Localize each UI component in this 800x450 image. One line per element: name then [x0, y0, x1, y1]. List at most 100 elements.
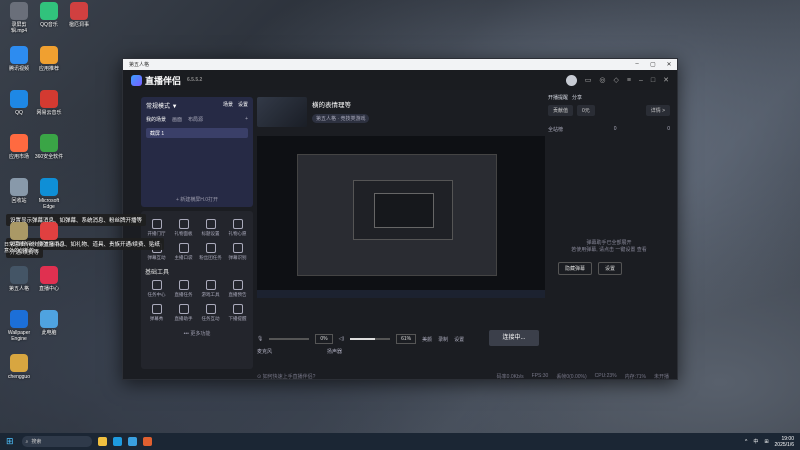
close-app-icon[interactable]: ✕: [663, 76, 669, 84]
headset-icon[interactable]: ◎: [599, 76, 605, 84]
tool-label: 标题设置: [201, 231, 220, 236]
mode-selector[interactable]: 常规模式 ▼: [146, 101, 178, 110]
tab-contribution[interactable]: 贡献值: [548, 105, 574, 116]
likes-count: 0: [613, 126, 617, 132]
tool-item[interactable]: 弹幕秀: [143, 304, 170, 322]
tool-label: 直播任务: [174, 292, 193, 297]
desktop-icon-label: 回收站: [11, 198, 27, 204]
details-button[interactable]: 详情 >: [645, 105, 670, 116]
desktop-icon[interactable]: 直播中心: [34, 266, 64, 292]
desktop-icon[interactable]: 元素直播中心: [34, 222, 64, 248]
live-preview[interactable]: [257, 136, 545, 298]
source-title: 横的表情理等: [312, 102, 351, 109]
status-item: 未开播: [653, 373, 669, 380]
start-icon[interactable]: ⊞: [6, 436, 14, 447]
desktop-icon[interactable]: 网易云音乐: [34, 90, 64, 116]
add-icon[interactable]: +: [245, 116, 248, 123]
tool-item[interactable]: 直播预告: [224, 280, 251, 298]
tool-icon: [205, 243, 216, 253]
desktop-icon-label: QQ音乐: [40, 22, 58, 28]
tab-sources[interactable]: 布局源: [188, 116, 203, 123]
source-thumbnail[interactable]: [257, 97, 307, 127]
more-features-button[interactable]: ••• 更多功能: [141, 330, 253, 337]
clock-date: 2025/1/6: [774, 441, 794, 448]
tool-item[interactable]: 弹幕识别: [224, 243, 251, 261]
clock[interactable]: 19:00 2025/1/6: [775, 436, 794, 448]
desktop-icon[interactable]: Microsoft Edge: [34, 178, 64, 210]
taskbar-app-edge-icon[interactable]: [112, 437, 122, 446]
desktop-icon[interactable]: 此电脑: [34, 310, 64, 336]
window-titlebar[interactable]: 第五人格 – ▢ ✕: [123, 59, 677, 70]
tray-chevron-icon[interactable]: ^: [745, 439, 747, 445]
desktop-icon[interactable]: 日常思维传统意外的创新的: [4, 222, 34, 254]
chat-icon[interactable]: ▭: [585, 76, 592, 84]
hide-danmu-button[interactable]: 隐藏弹幕: [558, 262, 593, 275]
mode-link-settings[interactable]: 设置: [238, 101, 248, 110]
ime-indicator[interactable]: 中: [753, 438, 758, 445]
desktop-icon[interactable]: 应用推荐: [34, 46, 64, 72]
tool-item[interactable]: 粉丝团任务: [197, 243, 224, 261]
tool-item[interactable]: 任务互动: [197, 304, 224, 322]
share-link[interactable]: 分享: [572, 94, 582, 101]
tool-item[interactable]: 下播提醒: [224, 304, 251, 322]
go-live-button[interactable]: 连接中...: [489, 330, 539, 346]
mode-link-scene[interactable]: 场景: [223, 101, 233, 110]
desktop-icon-label: 元素直播中心: [34, 242, 65, 248]
desktop-icon[interactable]: chengguo: [4, 354, 34, 380]
tool-item[interactable]: 主播口袋: [170, 243, 197, 261]
close-icon[interactable]: ✕: [661, 61, 677, 68]
scene-item[interactable]: 截屏 1: [146, 128, 248, 138]
tool-item[interactable]: 开播门厅: [143, 219, 170, 237]
tool-item[interactable]: 任务中心: [143, 280, 170, 298]
tray-grid-icon[interactable]: ⊞: [764, 439, 768, 445]
desktop-icon[interactable]: 第五人格: [4, 266, 34, 292]
desktop-icon[interactable]: Wallpaper Engine: [4, 310, 34, 342]
tool-item[interactable]: 直播任务: [170, 280, 197, 298]
taskbar-app-store-icon[interactable]: [127, 437, 137, 446]
app-icon: [40, 46, 58, 64]
desktop-icon[interactable]: 360安全软件: [34, 134, 64, 160]
tool-icon: [205, 304, 216, 314]
tool-item[interactable]: 游戏工具: [197, 280, 224, 298]
tool-icon: [178, 280, 189, 290]
tool-item[interactable]: 直播助手: [170, 304, 197, 322]
minimize-app-icon[interactable]: –: [639, 77, 643, 84]
avatar[interactable]: [565, 74, 577, 86]
taskbar-search[interactable]: ⌕ 搜索: [21, 436, 92, 447]
desktop-icon[interactable]: 腾讯视频: [4, 46, 34, 72]
desktop-icon-label: 360安全软件: [34, 154, 64, 160]
tool-item[interactable]: 礼物面板: [170, 219, 197, 237]
share-button[interactable]: 开播提醒: [548, 94, 568, 101]
gift-icon[interactable]: ◇: [614, 76, 619, 84]
maximize-icon[interactable]: ▢: [645, 61, 661, 68]
rank-link[interactable]: 全站榜: [548, 126, 563, 133]
minimize-icon[interactable]: –: [629, 61, 645, 68]
tab-amount[interactable]: 0元: [577, 105, 595, 116]
source-tag[interactable]: 第五人格 · 竞技类游戏: [312, 114, 370, 123]
desktop-icon-label: Wallpaper Engine: [7, 330, 31, 342]
tool-icon: [151, 219, 162, 229]
menu-icon[interactable]: ≡: [627, 77, 631, 84]
tab-screen[interactable]: 画面: [172, 116, 182, 123]
desktop-icon[interactable]: QQ音乐: [34, 2, 64, 28]
taskbar-app-explorer-icon[interactable]: [97, 437, 107, 446]
tool-item[interactable]: 礼物心愿: [224, 219, 251, 237]
tool-icon: [178, 304, 189, 314]
desktop-icon[interactable]: QQ: [4, 90, 34, 116]
desktop-icon[interactable]: 应用市场: [4, 134, 34, 160]
taskbar-app-live-icon[interactable]: [142, 437, 152, 446]
help-link[interactable]: ⊙ 如何快速上手直播伴侣?: [257, 373, 315, 380]
tab-my-scenes[interactable]: 我的场景: [146, 116, 166, 123]
desktop-icon[interactable]: 楹厄洞事: [64, 2, 94, 28]
tool-label: 开播门厅: [147, 231, 166, 236]
desktop-icon[interactable]: 录屏剪辑.mp4: [4, 2, 34, 34]
desktop-icon[interactable]: 回收站: [4, 178, 34, 204]
danmu-settings-button[interactable]: 设置: [598, 262, 623, 275]
maximize-app-icon[interactable]: □: [651, 77, 655, 84]
speaker-slider[interactable]: [350, 338, 391, 340]
mic-slider[interactable]: [269, 338, 310, 340]
danmu-line-1: 弹幕助手已全部展开: [586, 240, 632, 246]
tool-item[interactable]: 标题设置: [197, 219, 224, 237]
add-scene-button[interactable]: + 新建横屏H.0打开: [141, 196, 253, 203]
app-icon: [40, 90, 58, 108]
